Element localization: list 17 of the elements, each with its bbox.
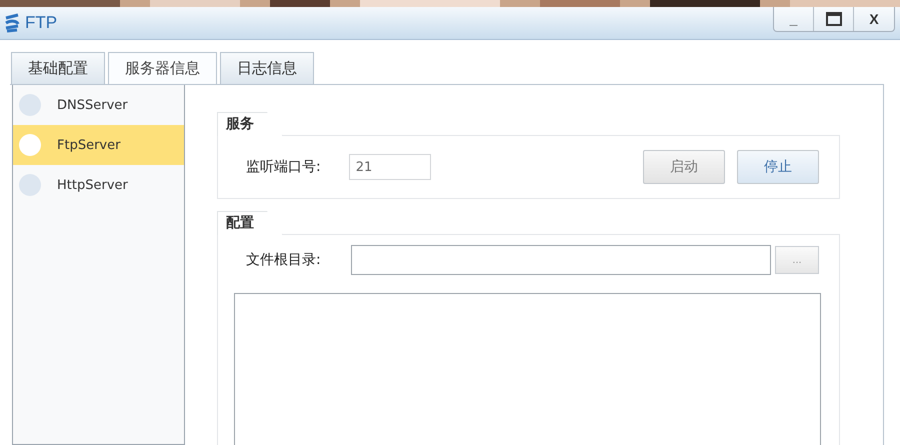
port-field[interactable]: 21 xyxy=(348,154,431,180)
stop-button[interactable]: 停止 xyxy=(737,150,819,184)
server-item[interactable]: FtpServer xyxy=(13,125,184,165)
close-button[interactable]: X xyxy=(854,7,894,31)
root-dir-label: 文件根目录: xyxy=(246,251,321,269)
path-field[interactable] xyxy=(351,245,771,275)
window-title: FTP xyxy=(25,13,58,33)
port-label: 监听端口号: xyxy=(246,158,321,176)
tab[interactable]: 服务器信息 xyxy=(108,52,217,84)
group-title: 服务 xyxy=(217,112,283,136)
app-logo-icon xyxy=(3,13,21,33)
tab[interactable]: 基础配置 xyxy=(11,52,105,84)
group-title: 配置 xyxy=(217,211,283,235)
start-button[interactable]: 启动 xyxy=(643,150,725,184)
tab[interactable]: 日志信息 xyxy=(220,52,314,84)
maximize-icon xyxy=(826,12,842,26)
minimize-button[interactable]: _ xyxy=(774,7,814,31)
